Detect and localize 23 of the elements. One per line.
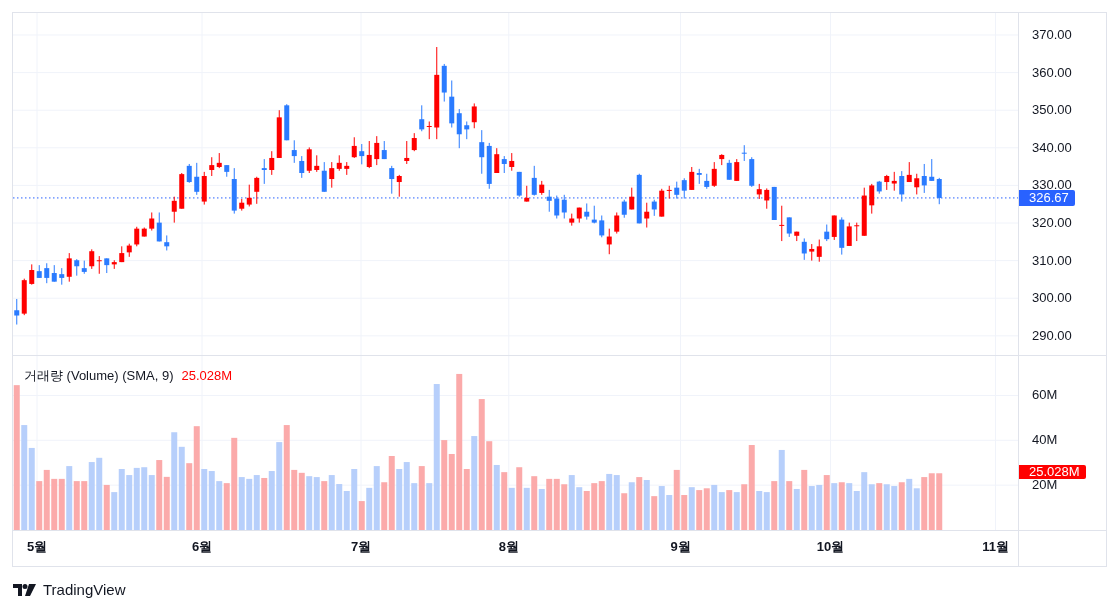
month-label: 10월 — [816, 539, 845, 555]
price-axis-label: 310.00 — [1032, 253, 1072, 268]
price-axis-label: 360.00 — [1032, 65, 1072, 80]
price-axis-label: 320.00 — [1032, 216, 1072, 230]
price-axis-label: 300.00 — [1032, 291, 1072, 306]
volume-axis-label: 60M — [1032, 388, 1058, 403]
price-axis-label: 350.00 — [1032, 103, 1072, 118]
month-label: 7월 — [350, 539, 372, 555]
month-label: 6월 — [191, 539, 213, 555]
price-axis-label: 290.00 — [1032, 328, 1072, 343]
volume-tag: 25.028M — [1019, 465, 1086, 480]
month-label: 5월 — [26, 539, 48, 555]
volume-legend-title: 거래량 (Volume) (SMA, 9) — [24, 368, 174, 384]
volume-legend-value: 25.028M — [181, 368, 233, 384]
month-label: 11월 — [982, 539, 1009, 555]
price-axis-label: 340.00 — [1032, 140, 1072, 155]
last-price-tag: 326.67 — [1019, 189, 1075, 206]
month-label: 8월 — [498, 539, 519, 555]
brand-name: TradingView — [43, 581, 126, 599]
month-label: 9월 — [670, 539, 691, 555]
volume-axis-label: 40M — [1032, 433, 1058, 448]
price-axis-label: 370.00 — [1032, 28, 1072, 42]
volume-axis-label: 20M — [1032, 478, 1058, 493]
